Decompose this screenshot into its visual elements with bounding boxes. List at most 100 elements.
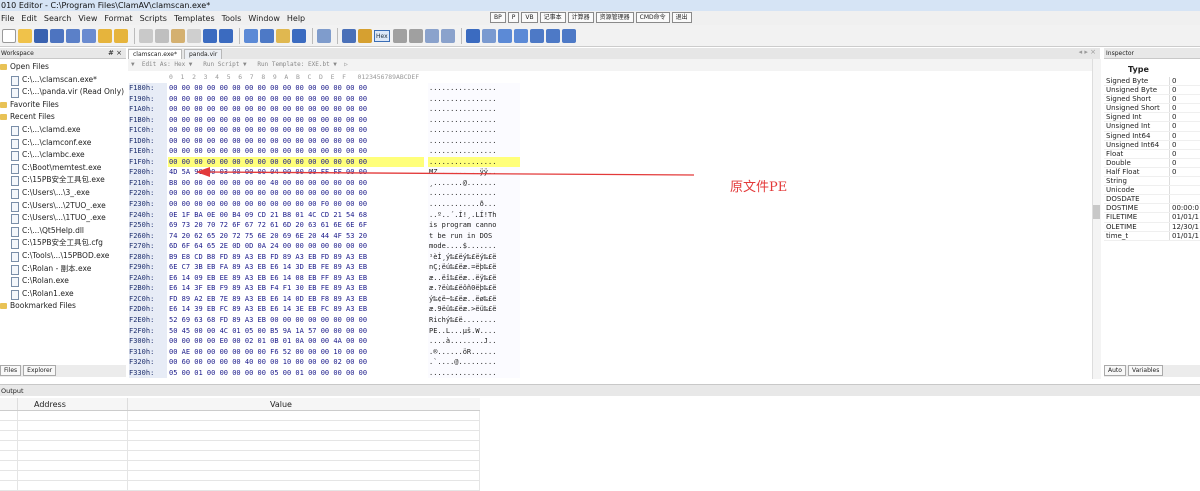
menu-search[interactable]: Search: [43, 14, 77, 23]
inspector-value[interactable]: 0: [1170, 104, 1200, 112]
tree-group[interactable]: Recent Files: [0, 111, 126, 124]
hex-row[interactable]: F190h: 00 00 00 00 00 00 00 00 00 00 00 0…: [128, 93, 1100, 105]
hex-ascii[interactable]: æ.9ëü‰£ëæ.>ëü‰£ë: [428, 304, 520, 316]
quick-calculator-button[interactable]: 计算器: [567, 12, 594, 23]
inspector-row[interactable]: Unsigned Int 0: [1104, 122, 1200, 132]
inspector-value[interactable]: [1170, 177, 1200, 185]
histogram-icon[interactable]: [529, 28, 544, 43]
hex-bytes[interactable]: E6 14 3F EB F9 89 A3 EB F4 F1 30 EB FE 8…: [168, 283, 424, 294]
inspector-row[interactable]: Unsigned Short 0: [1104, 104, 1200, 114]
inspector-row[interactable]: FILETIME 01/01/1: [1104, 213, 1200, 223]
quick-cmd-button[interactable]: CMD命令: [635, 12, 670, 23]
find-icon[interactable]: [244, 28, 258, 43]
inspector-value[interactable]: 0: [1170, 168, 1200, 176]
hex-row[interactable]: F270h: 6D 6F 64 65 2E 0D 0D 0A 24 00 00 0…: [128, 241, 1100, 252]
hex-bytes[interactable]: 0E 1F BA 0E 00 B4 09 CD 21 B8 01 4C CD 2…: [168, 210, 424, 221]
text-mode-icon[interactable]: [392, 28, 407, 43]
hex-ascii[interactable]: ....à........J..: [428, 336, 520, 347]
hex-ascii[interactable]: ................: [428, 367, 520, 379]
hex-bytes[interactable]: 6D 6F 64 65 2E 0D 0D 0A 24 00 00 00 00 0…: [168, 241, 424, 252]
hex-row[interactable]: F1B0h: 00 00 00 00 00 00 00 00 00 00 00 0…: [128, 114, 1100, 126]
tree-group[interactable]: Open Files: [0, 61, 126, 74]
hex-row[interactable]: F240h: 0E 1F BA 0E 00 B4 09 CD 21 B8 01 4…: [128, 209, 1100, 221]
columns-icon[interactable]: [424, 28, 439, 43]
inspector-row[interactable]: Signed Int 0: [1104, 113, 1200, 123]
hex-ascii[interactable]: ................: [428, 93, 520, 105]
hex-bytes[interactable]: 00 00 00 00 E0 00 02 01 0B 01 0A 00 00 4…: [168, 336, 424, 347]
editor-options-bar[interactable]: ▼ Edit As: Hex ▼ Run Script ▼ Run Templa…: [128, 59, 1100, 71]
tree-item[interactable]: C:\Users\...\3_.exe: [0, 187, 126, 200]
hex-ascii[interactable]: .`....@.........: [428, 357, 520, 368]
hex-ascii[interactable]: æ.?ëù‰£ëôñ0ëþ‰£ë: [428, 283, 520, 294]
hex-row[interactable]: F2C0h: FD 89 A2 EB 7E 89 A3 EB E6 14 0D E…: [128, 293, 1100, 305]
tree-group[interactable]: Bookmarked Files: [0, 300, 126, 313]
hex-ascii[interactable]: ................: [428, 114, 520, 126]
workspace-controls[interactable]: # ×: [108, 48, 122, 59]
quick-p-button[interactable]: P: [507, 12, 520, 23]
menu-templates[interactable]: Templates: [173, 14, 221, 23]
hex-bytes[interactable]: E6 14 39 EB FC 89 A3 EB E6 14 3E EB FC 8…: [168, 304, 424, 315]
hex-row[interactable]: F2F0h: 50 45 00 00 4C 01 05 00 B5 9A 1A 5…: [128, 325, 1100, 337]
template-icon[interactable]: [465, 28, 480, 43]
hex-row[interactable]: F1D0h: 00 00 00 00 00 00 00 00 00 00 00 0…: [128, 135, 1100, 147]
tree-item[interactable]: C:\...\clamscan.exe*: [0, 74, 126, 87]
menu-window[interactable]: Window: [247, 14, 286, 23]
hex-ascii[interactable]: ................: [428, 188, 520, 200]
replace-icon[interactable]: [260, 28, 274, 43]
tree-group[interactable]: Favorite Files: [0, 99, 126, 112]
quick-vb-button[interactable]: VB: [521, 12, 538, 23]
hex-bytes[interactable]: 00 00 00 00 00 00 00 00 00 00 00 00 00 0…: [168, 136, 424, 147]
hex-bytes[interactable]: 05 00 01 00 00 00 00 00 05 00 01 00 00 0…: [168, 368, 424, 379]
hex-ascii[interactable]: ¹èÍ¸ý‰£ëý‰£ëý‰£ë: [428, 251, 520, 263]
hex-row[interactable]: F1A0h: 00 00 00 00 00 00 00 00 00 00 00 0…: [128, 104, 1100, 115]
hex-ascii[interactable]: ................: [428, 125, 520, 136]
column-value[interactable]: Value: [128, 398, 480, 410]
hex-bytes[interactable]: 00 00 00 00 00 00 00 00 00 00 00 00 F0 0…: [168, 199, 424, 210]
inspector-row[interactable]: DOSTIME 00:00:0: [1104, 204, 1200, 214]
inspector-value[interactable]: 00:00:0: [1170, 204, 1200, 212]
hex-bytes[interactable]: 00 00 00 00 00 00 00 00 00 00 00 00 00 0…: [168, 94, 424, 105]
hex-bytes[interactable]: B9 E8 CD B8 FD 89 A3 EB FD 89 A3 EB FD 8…: [168, 252, 424, 263]
tab-explorer[interactable]: Explorer: [23, 365, 57, 376]
hex-ascii[interactable]: .®......öR......: [428, 346, 520, 358]
new-file-icon[interactable]: [2, 28, 16, 43]
hex-row[interactable]: F2A0h: E6 14 09 EB EE 89 A3 EB E6 14 08 E…: [128, 272, 1100, 284]
hex-ascii[interactable]: æ..ëî‰£ëæ..ëÿ‰£ë: [428, 272, 520, 284]
menu-edit[interactable]: Edit: [20, 14, 43, 23]
inspector-row[interactable]: Signed Byte 0: [1104, 77, 1200, 87]
tree-item[interactable]: C:\Boot\memtest.exe: [0, 162, 126, 175]
tools-icon[interactable]: [513, 28, 528, 43]
menu-format[interactable]: Format: [103, 14, 138, 23]
menu-view[interactable]: View: [77, 14, 103, 23]
paste-icon[interactable]: [171, 28, 185, 43]
goto-icon[interactable]: [292, 28, 306, 43]
hex-bytes[interactable]: 74 20 62 65 20 72 75 6E 20 69 6E 20 44 4…: [168, 231, 424, 242]
hex-row[interactable]: F180h: 00 00 00 00 00 00 00 00 00 00 00 0…: [128, 83, 1100, 94]
redo-icon[interactable]: [219, 28, 233, 43]
hex-bytes[interactable]: 00 60 00 00 00 00 40 00 00 10 00 00 00 0…: [168, 357, 424, 368]
tab-files[interactable]: Files: [0, 365, 22, 376]
hex-bytes[interactable]: 50 45 00 00 4C 01 05 00 B5 9A 1A 57 00 0…: [168, 326, 424, 337]
hex-row[interactable]: F1C0h: 00 00 00 00 00 00 00 00 00 00 00 0…: [128, 125, 1100, 136]
tree-item[interactable]: C:\...\clamd.exe: [0, 124, 126, 137]
hex-ascii[interactable]: ................: [428, 135, 520, 147]
save-all-icon[interactable]: [66, 28, 80, 43]
inspector-value[interactable]: 0: [1170, 159, 1200, 167]
hex-ascii[interactable]: mode....$.......: [428, 241, 520, 252]
tree-item[interactable]: C:\Users\...\2TUO_.exe: [0, 200, 126, 213]
quick-bp-button[interactable]: BP: [490, 12, 506, 23]
hex-ascii[interactable]: ..º..´.Í!¸.LÍ!Th: [428, 209, 520, 221]
hex-bytes[interactable]: 00 00 00 00 00 00 00 00 00 00 00 00 00 0…: [168, 188, 424, 199]
save-icon[interactable]: [34, 28, 48, 43]
menu-scripts[interactable]: Scripts: [139, 14, 173, 23]
quick-exit-button[interactable]: 退出: [671, 12, 692, 23]
inspector-row[interactable]: time_t 01/01/1: [1104, 231, 1200, 241]
undo-icon[interactable]: [203, 28, 217, 43]
hex-bytes[interactable]: 6E C7 3B EB FA 89 A3 EB E6 14 3D EB FE 8…: [168, 262, 424, 273]
print-icon[interactable]: [317, 28, 331, 43]
grid-icon[interactable]: [440, 28, 455, 43]
tree-item[interactable]: C:\...\Qt5Help.dll: [0, 225, 126, 238]
hex-row[interactable]: F290h: 6E C7 3B EB FA 89 A3 EB E6 14 3D E…: [128, 262, 1100, 273]
open-workspace-icon[interactable]: [98, 28, 112, 43]
script-icon[interactable]: [481, 28, 496, 43]
